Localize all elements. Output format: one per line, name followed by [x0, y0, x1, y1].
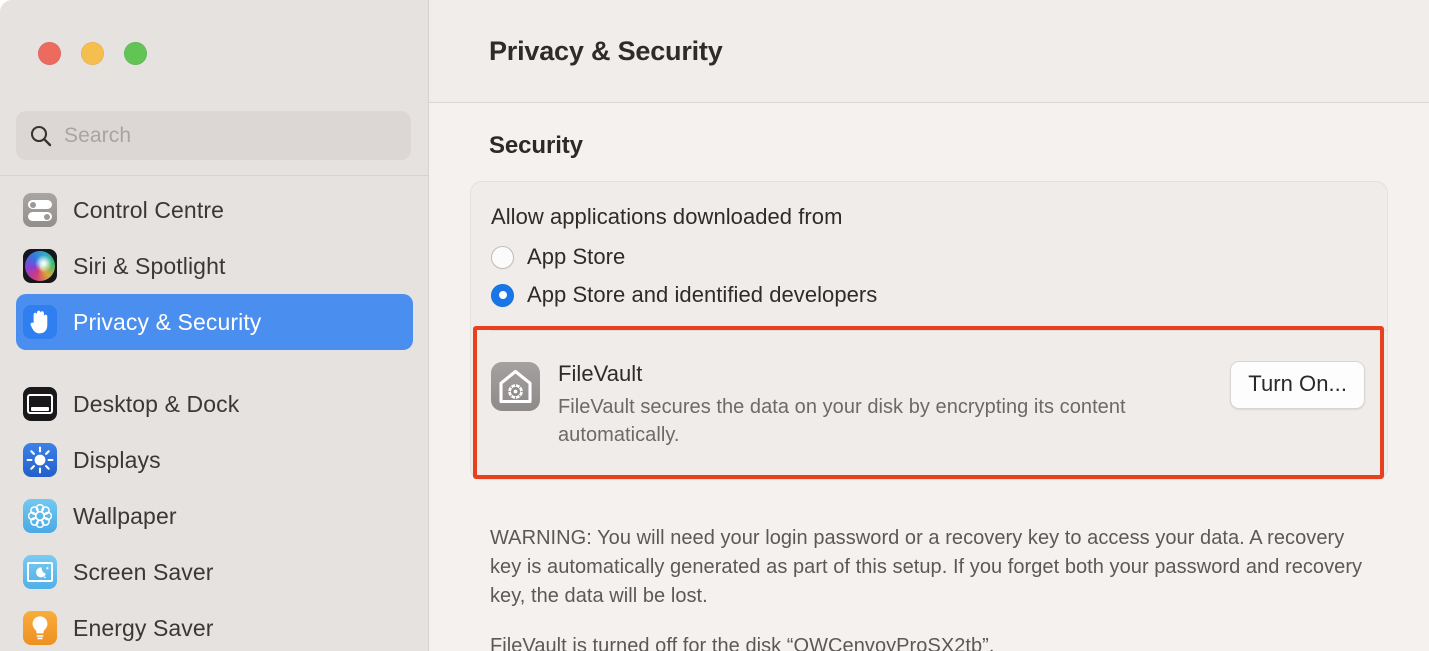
sidebar-item-label: Control Centre — [73, 197, 224, 224]
maximize-window-button[interactable] — [124, 42, 147, 65]
sidebar-item-label: Wallpaper — [73, 503, 177, 530]
wallpaper-icon — [23, 499, 57, 533]
sidebar-item-privacy-security[interactable]: Privacy & Security — [16, 294, 413, 350]
search-placeholder: Search — [64, 124, 131, 148]
sidebar-divider — [0, 175, 429, 176]
page-title: Privacy & Security — [489, 36, 723, 67]
radio-option-label: App Store and identified developers — [527, 282, 877, 308]
sidebar-item-desktop-dock[interactable]: Desktop & Dock — [16, 376, 413, 432]
security-settings-card: Allow applications downloaded from App S… — [470, 181, 1388, 480]
hand-icon — [23, 305, 57, 339]
main-body: Security Allow applications downloaded f… — [429, 103, 1429, 651]
allow-applications-group: Allow applications downloaded from App S… — [471, 182, 1387, 330]
radio-option-app-store[interactable]: App Store — [491, 238, 1387, 276]
control-centre-icon — [23, 193, 57, 227]
radio-option-label: App Store — [527, 244, 625, 270]
filevault-warning-text: WARNING: You will need your login passwo… — [490, 524, 1366, 611]
energy-saver-icon — [23, 611, 57, 645]
close-window-button[interactable] — [38, 42, 61, 65]
sidebar: Search Control Centre Siri & Spotlight — [0, 0, 429, 651]
radio-button[interactable] — [491, 246, 514, 269]
sidebar-item-wallpaper[interactable]: Wallpaper — [16, 488, 413, 544]
minimize-window-button[interactable] — [81, 42, 104, 65]
sidebar-item-label: Energy Saver — [73, 615, 214, 642]
sidebar-item-label: Desktop & Dock — [73, 391, 239, 418]
sidebar-item-energy-saver[interactable]: Energy Saver — [16, 600, 413, 651]
main-titlebar: Privacy & Security — [429, 0, 1429, 103]
search-icon — [28, 123, 54, 149]
filevault-turn-on-button[interactable]: Turn On... — [1230, 361, 1365, 409]
filevault-title: FileVault — [558, 361, 1212, 387]
sidebar-item-label: Privacy & Security — [73, 309, 261, 336]
sidebar-item-label: Screen Saver — [73, 559, 214, 586]
sidebar-item-displays[interactable]: Displays — [16, 432, 413, 488]
radio-button-selected[interactable] — [491, 284, 514, 307]
system-settings-window: Search Control Centre Siri & Spotlight — [0, 0, 1429, 651]
siri-icon — [23, 249, 57, 283]
desktop-dock-icon — [23, 387, 57, 421]
allow-applications-label: Allow applications downloaded from — [491, 204, 1387, 230]
filevault-status-text: FileVault is turned off for the disk “OW… — [490, 632, 1366, 651]
sidebar-item-siri-spotlight[interactable]: Siri & Spotlight — [16, 238, 413, 294]
sidebar-group-separator — [16, 350, 413, 376]
sidebar-item-label: Displays — [73, 447, 161, 474]
screen-saver-icon — [23, 555, 57, 589]
sidebar-item-label: Siri & Spotlight — [73, 253, 225, 280]
sidebar-item-control-centre[interactable]: Control Centre — [16, 182, 413, 238]
search-input[interactable]: Search — [16, 111, 411, 160]
displays-icon — [23, 443, 57, 477]
filevault-text-block: FileVault FileVault secures the data on … — [558, 359, 1212, 449]
filevault-description: FileVault secures the data on your disk … — [558, 393, 1178, 449]
sidebar-nav: Control Centre Siri & Spotlight Privacy … — [0, 182, 429, 651]
main-content: Privacy & Security Security Allow applic… — [429, 0, 1429, 651]
filevault-row: FileVault FileVault secures the data on … — [471, 331, 1387, 479]
window-controls — [38, 42, 147, 65]
filevault-icon — [491, 362, 540, 411]
sidebar-item-screen-saver[interactable]: Screen Saver — [16, 544, 413, 600]
filevault-warning-block: WARNING: You will need your login passwo… — [470, 504, 1388, 651]
section-heading-security: Security — [489, 132, 583, 160]
radio-option-app-store-identified-developers[interactable]: App Store and identified developers — [491, 276, 1387, 314]
